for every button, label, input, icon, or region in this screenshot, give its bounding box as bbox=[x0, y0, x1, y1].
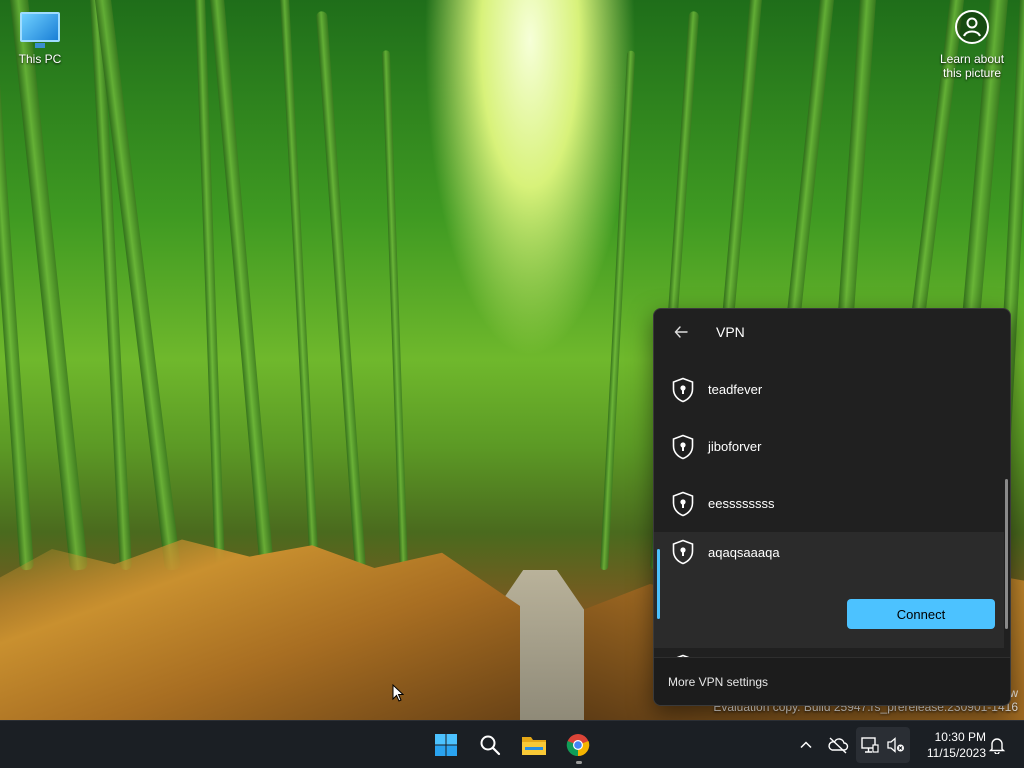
monitor-icon bbox=[20, 12, 60, 48]
vpn-name: aqaqsaaaqa bbox=[708, 545, 780, 560]
more-vpn-settings-link[interactable]: More VPN settings bbox=[668, 675, 768, 689]
connect-button[interactable]: Connect bbox=[847, 599, 995, 629]
flyout-header: VPN bbox=[654, 309, 1010, 355]
vpn-name: teadfever bbox=[708, 382, 763, 397]
start-button[interactable] bbox=[430, 729, 462, 761]
file-explorer-icon bbox=[522, 737, 546, 755]
back-button[interactable] bbox=[670, 321, 692, 343]
vpn-name: eessssssss bbox=[708, 496, 775, 511]
start-icon bbox=[435, 734, 457, 756]
search-button[interactable] bbox=[474, 729, 506, 761]
chrome-button[interactable] bbox=[562, 729, 594, 761]
mouse-cursor-icon bbox=[392, 684, 404, 702]
flyout-title: VPN bbox=[716, 324, 745, 340]
chevron-up-icon bbox=[800, 741, 812, 749]
vpn-shield-icon bbox=[670, 539, 696, 565]
this-pc-desktop-icon[interactable]: This PC bbox=[10, 8, 70, 66]
running-app-indicator bbox=[576, 761, 582, 764]
vpn-item-teadfever[interactable]: teadfever bbox=[654, 361, 1004, 418]
onedrive-off-icon bbox=[828, 737, 849, 754]
flyout-footer: More VPN settings bbox=[654, 657, 1010, 705]
vpn-shield-icon bbox=[670, 434, 696, 460]
vpn-item-aqaqsaaaqa[interactable]: aqaqsaaaqa Connect bbox=[654, 532, 1004, 648]
learn-line1: Learn about bbox=[939, 52, 1005, 66]
this-pc-label: This PC bbox=[18, 52, 62, 66]
vpn-shield-icon bbox=[670, 377, 696, 403]
search-icon bbox=[480, 735, 501, 756]
arrow-left-icon bbox=[674, 326, 688, 338]
vpn-name: jiboforver bbox=[708, 439, 762, 454]
vpn-list-scrollbar[interactable] bbox=[1005, 479, 1008, 629]
network-icon bbox=[861, 737, 879, 753]
clock-date: 11/15/2023 bbox=[926, 746, 986, 760]
vpn-flyout: VPN teadfever jiboforver eessssssss aqaq… bbox=[653, 308, 1011, 706]
vpn-item-eessssssss[interactable]: eessssssss bbox=[654, 475, 1004, 532]
show-hidden-icons-button[interactable] bbox=[794, 733, 818, 757]
learn-about-picture-icon[interactable]: Learn about this picture bbox=[924, 10, 1020, 80]
taskbar: 10:30 PM 11/15/2023 bbox=[0, 720, 1024, 768]
chrome-icon bbox=[566, 734, 590, 757]
speaker-muted-icon bbox=[887, 737, 904, 753]
network-button[interactable] bbox=[858, 733, 882, 757]
notifications-button[interactable] bbox=[985, 733, 1009, 757]
volume-button[interactable] bbox=[884, 733, 908, 757]
file-explorer-button[interactable] bbox=[518, 729, 550, 761]
clock-time: 10:30 PM bbox=[934, 730, 986, 744]
notification-bell-icon bbox=[988, 738, 1006, 754]
learn-line2: this picture bbox=[942, 66, 1002, 80]
camera-info-icon bbox=[955, 10, 989, 44]
vpn-item-jiboforver[interactable]: jiboforver bbox=[654, 418, 1004, 475]
onedrive-button[interactable] bbox=[826, 733, 850, 757]
vpn-connection-list: teadfever jiboforver eessssssss aqaqsaaa… bbox=[654, 361, 1004, 661]
vpn-shield-icon bbox=[670, 491, 696, 517]
clock[interactable]: 10:30 PM 11/15/2023 bbox=[914, 729, 986, 761]
